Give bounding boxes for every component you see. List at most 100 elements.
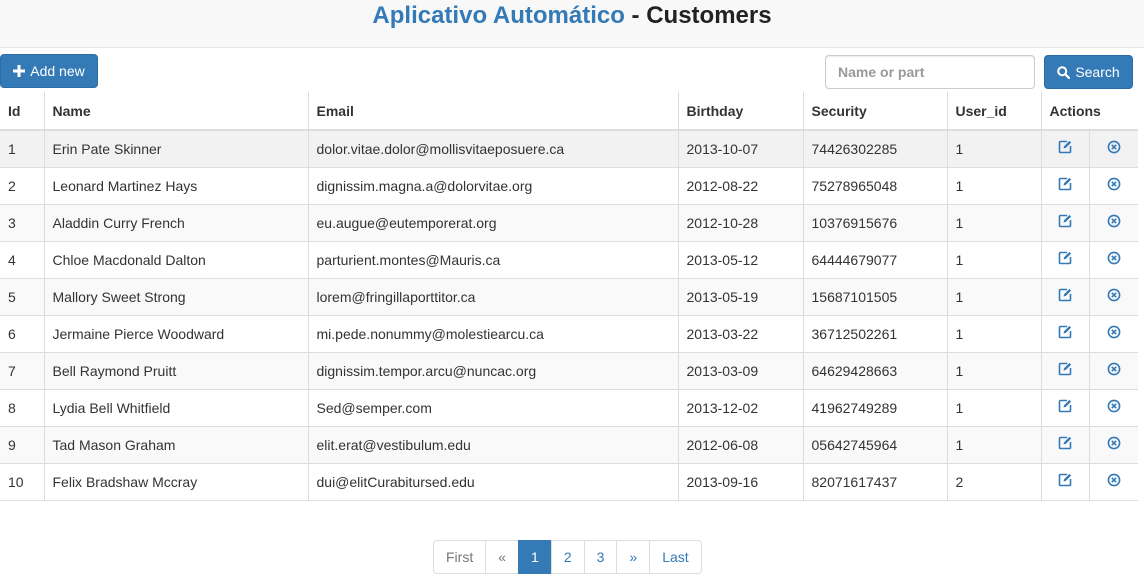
edit-button[interactable] — [1040, 240, 1090, 279]
cell-birthday: 2012-08-22 — [677, 166, 804, 205]
cell-user-id: 1 — [946, 277, 1042, 316]
cell-id: 4 — [0, 240, 45, 279]
delete-circle-icon — [1107, 473, 1121, 490]
edit-button[interactable] — [1040, 351, 1090, 390]
delete-button[interactable] — [1088, 129, 1138, 168]
cell-security: 15687101505 — [802, 277, 948, 316]
customers-table: Id Name Email Birthday Security User_id … — [0, 92, 1138, 501]
cell-user-id: 2 — [946, 462, 1042, 501]
add-new-label: Add new — [30, 63, 85, 79]
page-next[interactable]: » — [616, 540, 651, 574]
delete-button[interactable] — [1088, 203, 1138, 242]
edit-button[interactable] — [1040, 203, 1090, 242]
column-header-id[interactable]: Id — [0, 92, 45, 131]
column-header-birthday[interactable]: Birthday — [677, 92, 804, 131]
edit-icon — [1058, 399, 1072, 416]
page-first[interactable]: First — [433, 540, 487, 574]
cell-email: mi.pede.nonummy@molestiearcu.ca — [307, 314, 679, 353]
pagination: First «1 2 3» Last — [433, 540, 702, 574]
cell-name: Felix Bradshaw Mccray — [43, 462, 309, 501]
delete-circle-icon — [1107, 251, 1121, 268]
cell-name: Lydia Bell Whitfield — [43, 388, 309, 427]
table-row: 3 Aladdin Curry French eu.augue@eutemporer… — [0, 203, 1138, 242]
cell-email: Sed@semper.com — [307, 388, 679, 427]
cell-name: Tad Mason Graham — [43, 425, 309, 464]
cell-email: dignissim.tempor.arcu@nuncac.org — [307, 351, 679, 390]
cell-id: 6 — [0, 314, 45, 353]
cell-security: 05642745964 — [802, 425, 948, 464]
cell-birthday: 2012-06-08 — [677, 425, 804, 464]
add-new-button[interactable]: Add new — [0, 54, 98, 88]
column-header-user-id[interactable]: User_id — [946, 92, 1042, 131]
edit-button[interactable] — [1040, 277, 1090, 316]
search-input[interactable] — [825, 55, 1035, 89]
table-row: 6 Jermaine Pierce Woodward mi.pede.nonummy… — [0, 314, 1138, 353]
cell-id: 2 — [0, 166, 45, 205]
cell-email: elit.erat@vestibulum.edu — [307, 425, 679, 464]
edit-button[interactable] — [1040, 166, 1090, 205]
table-header-row: Id Name Email Birthday Security User_id … — [0, 92, 1138, 131]
cell-email: dolor.vitae.dolor@mollisvitaeposuere.ca — [307, 129, 679, 168]
table-row: 10 Felix Bradshaw Mccray dui@elitCurabitur… — [0, 462, 1138, 501]
cell-user-id: 1 — [946, 203, 1042, 242]
delete-button[interactable] — [1088, 351, 1138, 390]
cell-birthday: 2013-05-19 — [677, 277, 804, 316]
search-button[interactable]: Search — [1044, 55, 1133, 89]
edit-icon — [1058, 251, 1072, 268]
cell-name: Aladdin Curry French — [43, 203, 309, 242]
cell-user-id: 1 — [946, 388, 1042, 427]
cell-birthday: 2013-12-02 — [677, 388, 804, 427]
delete-button[interactable] — [1088, 277, 1138, 316]
edit-button[interactable] — [1040, 314, 1090, 353]
delete-circle-icon — [1107, 140, 1121, 157]
cell-id: 7 — [0, 351, 45, 390]
edit-icon — [1058, 436, 1072, 453]
cell-email: dui@elitCurabitursed.edu — [307, 462, 679, 501]
delete-button[interactable] — [1088, 388, 1138, 427]
table-row: 1 Erin Pate Skinner dolor.vitae.dolor@moll… — [0, 129, 1138, 168]
edit-button[interactable] — [1040, 129, 1090, 168]
cell-birthday: 2012-10-28 — [677, 203, 804, 242]
cell-user-id: 1 — [946, 240, 1042, 279]
edit-icon — [1058, 325, 1072, 342]
cell-security: 10376915676 — [802, 203, 948, 242]
delete-button[interactable] — [1088, 166, 1138, 205]
column-header-email[interactable]: Email — [307, 92, 679, 131]
delete-button[interactable] — [1088, 314, 1138, 353]
column-header-actions: Actions — [1040, 92, 1138, 131]
cell-email: eu.augue@eutemporerat.org — [307, 203, 679, 242]
page-last[interactable]: Last — [649, 540, 702, 574]
page-prev[interactable]: « — [485, 540, 520, 574]
delete-button[interactable] — [1088, 240, 1138, 279]
app-name: Aplicativo Automático — [372, 2, 625, 29]
page-1[interactable]: 1 — [518, 540, 552, 574]
cell-birthday: 2013-03-22 — [677, 314, 804, 353]
page-title: Aplicativo Automático - Customers — [0, 0, 1144, 31]
edit-icon — [1058, 214, 1072, 231]
delete-button[interactable] — [1088, 425, 1138, 464]
cell-security: 41962749289 — [802, 388, 948, 427]
page-3[interactable]: 3 — [583, 540, 618, 574]
edit-button[interactable] — [1040, 425, 1090, 464]
table-row: 9 Tad Mason Graham elit.erat@vestibulum.ed… — [0, 425, 1138, 464]
cell-birthday: 2013-10-07 — [677, 129, 804, 168]
edit-icon — [1058, 288, 1072, 305]
search-icon — [1057, 65, 1071, 79]
cell-name: Leonard Martinez Hays — [43, 166, 309, 205]
cell-name: Mallory Sweet Strong — [43, 277, 309, 316]
delete-circle-icon — [1107, 362, 1121, 379]
delete-circle-icon — [1107, 214, 1121, 231]
cell-id: 5 — [0, 277, 45, 316]
edit-button[interactable] — [1040, 462, 1090, 501]
column-header-name[interactable]: Name — [43, 92, 309, 131]
title-separator: - — [624, 2, 647, 29]
edit-icon — [1058, 140, 1072, 157]
delete-button[interactable] — [1088, 462, 1138, 501]
delete-circle-icon — [1107, 288, 1121, 305]
cell-birthday: 2013-09-16 — [677, 462, 804, 501]
edit-icon — [1058, 362, 1072, 379]
edit-button[interactable] — [1040, 388, 1090, 427]
column-header-security[interactable]: Security — [802, 92, 948, 131]
cell-security: 64629428663 — [802, 351, 948, 390]
page-2[interactable]: 2 — [550, 540, 585, 574]
